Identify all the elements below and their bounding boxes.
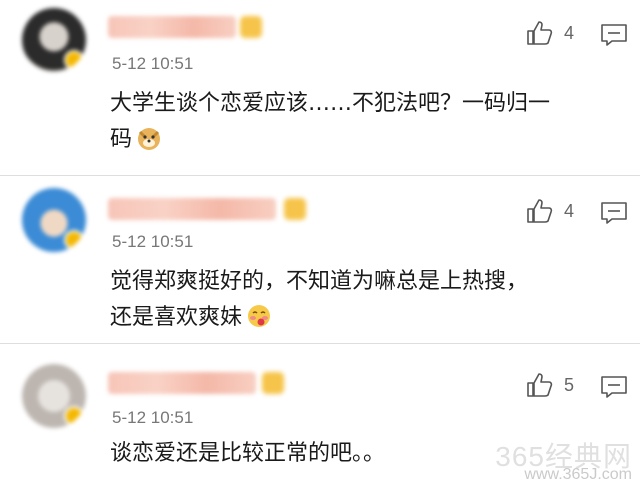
- member-badge-icon: [262, 372, 284, 394]
- like-count: 5: [564, 374, 575, 395]
- like-button[interactable]: 5: [526, 372, 574, 398]
- avatar[interactable]: [22, 8, 86, 72]
- avatar[interactable]: [22, 364, 86, 428]
- reply-button[interactable]: [600, 374, 628, 404]
- comment-text-line: 觉得郑爽挺好的，不知道为嘛总是上热搜，: [110, 269, 529, 294]
- thumbs-up-icon: [527, 373, 553, 397]
- comment-time: 5-12 10:51: [112, 54, 194, 73]
- verified-badge-icon: [64, 406, 84, 426]
- blush-emoji-icon: [248, 305, 271, 327]
- comment-icon: [601, 376, 627, 398]
- member-badge-icon: [240, 16, 262, 38]
- reply-button[interactable]: [600, 200, 628, 230]
- comment-item: 5-12 10:51 4 觉得郑爽挺好的，不知道为嘛总是上热搜， 还是喜欢爽妹: [0, 176, 640, 344]
- username-blurred[interactable]: [108, 198, 276, 220]
- comment-text-line: 码: [110, 122, 610, 158]
- watermark-title: 365经典网: [495, 441, 632, 472]
- like-count: 4: [564, 22, 575, 43]
- doge-emoji-icon: [138, 128, 161, 150]
- verified-badge-icon: [64, 230, 84, 250]
- comment-text: 觉得郑爽挺好的，不知道为嘛总是上热搜， 还是喜欢爽妹: [110, 264, 610, 336]
- member-badge-icon: [284, 198, 306, 220]
- username-blurred[interactable]: [108, 372, 256, 394]
- username-blurred[interactable]: [108, 16, 236, 38]
- comment-text: 大学生谈个恋爱应该……不犯法吧？一码归一 码: [110, 86, 610, 158]
- comment-icon: [601, 202, 627, 224]
- comment-icon: [601, 24, 627, 46]
- reply-button[interactable]: [600, 22, 628, 52]
- comment-item: 5-12 10:51 4 大学生谈个恋爱应该……不犯法吧？一码归一 码: [0, 0, 640, 176]
- like-button[interactable]: 4: [526, 198, 574, 224]
- verified-badge-icon: [64, 50, 84, 70]
- site-watermark: 365经典网 www.365J.com: [495, 441, 632, 484]
- comment-text-line: 大学生谈个恋爱应该……不犯法吧？一码归一: [110, 91, 551, 116]
- comment-time: 5-12 10:51: [112, 232, 194, 251]
- comment-text-line: 还是喜欢爽妹: [110, 300, 610, 336]
- thumbs-up-icon: [527, 21, 553, 45]
- like-count: 4: [564, 200, 575, 221]
- like-button[interactable]: 4: [526, 20, 574, 46]
- avatar[interactable]: [22, 188, 86, 252]
- thumbs-up-icon: [527, 199, 553, 223]
- comment-time: 5-12 10:51: [112, 408, 194, 427]
